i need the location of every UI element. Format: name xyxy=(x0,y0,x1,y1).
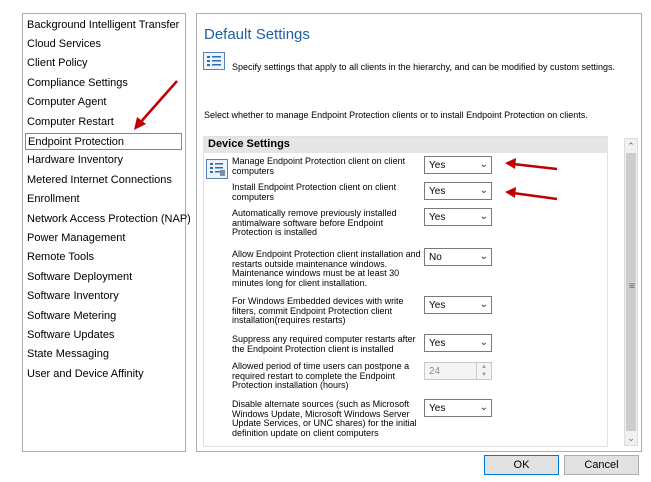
red-arrow xyxy=(134,80,178,130)
annotation-arrows xyxy=(134,80,558,201)
red-arrow xyxy=(505,187,558,201)
red-arrow xyxy=(505,158,558,171)
